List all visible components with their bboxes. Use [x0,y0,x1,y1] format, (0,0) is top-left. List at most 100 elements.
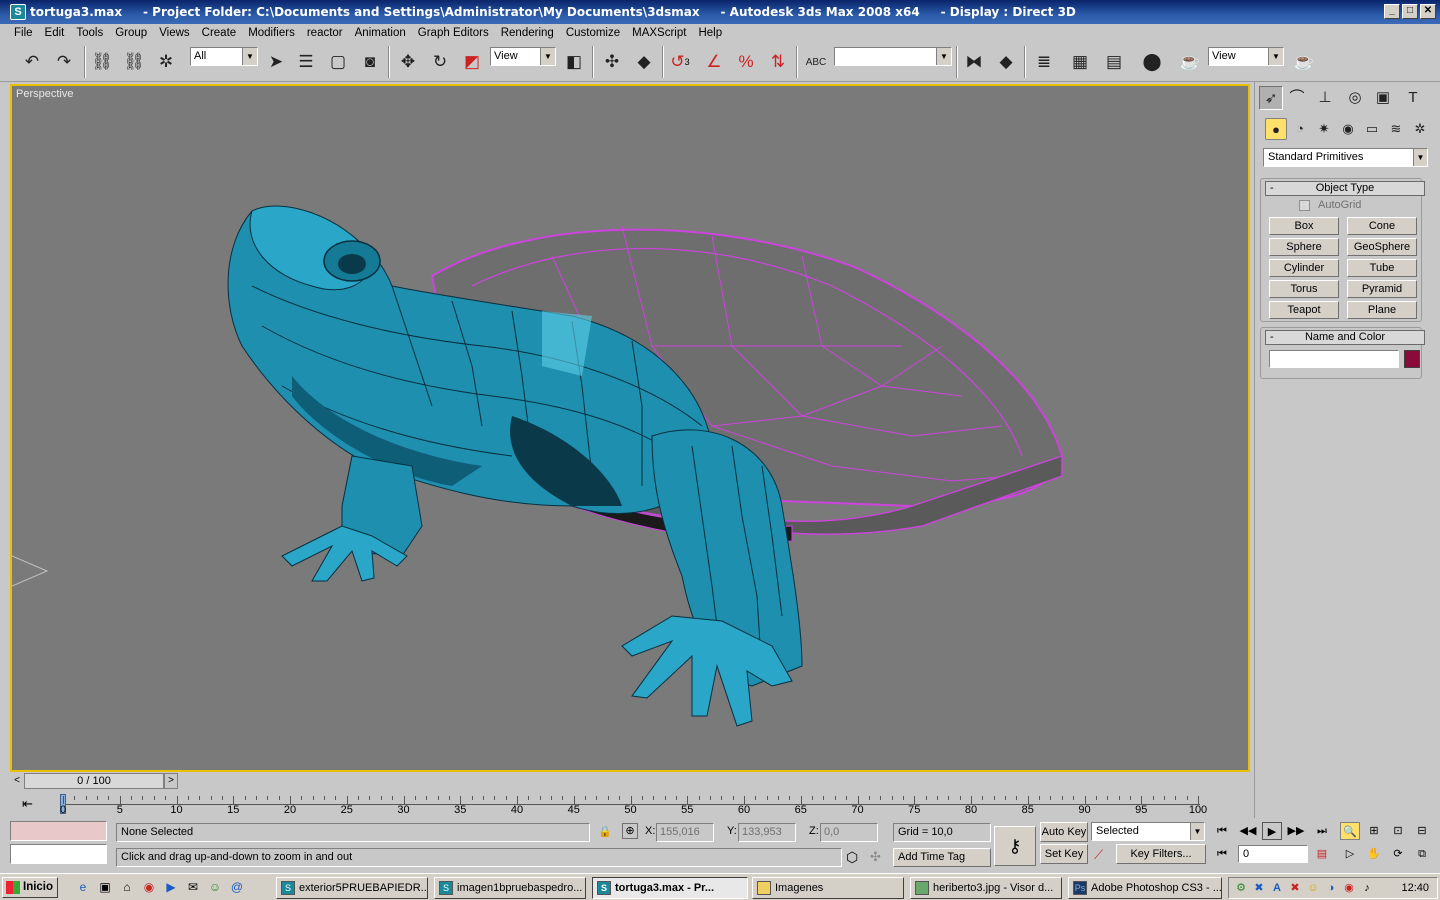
menu-rendering[interactable]: Rendering [495,27,560,39]
mirror-icon[interactable]: ⧓ [960,48,988,76]
lights-icon[interactable]: ✷ [1313,118,1335,140]
render-view-select[interactable]: View ▼ [1208,47,1284,66]
menu-customize[interactable]: Customize [560,27,626,39]
select-and-move-icon[interactable]: ✥ [394,48,422,76]
media-icon[interactable]: ◉ [140,879,158,896]
pan-view-icon[interactable]: ✋ [1364,845,1384,863]
show-desktop-icon[interactable]: ▣ [96,879,114,896]
utilities-tab-icon[interactable]: T [1401,86,1425,110]
time-configuration-icon[interactable]: ▤ [1312,845,1332,863]
box-button[interactable]: Box [1269,217,1339,235]
next-frame-icon[interactable]: ▶▶ [1286,822,1306,840]
tray-antivirus-icon[interactable]: ◉ [1341,881,1357,896]
spinner-snap-icon[interactable]: ⇅ [764,48,792,76]
name-and-color-header[interactable]: - Name and Color [1265,330,1425,345]
helpers-icon[interactable]: ▭ [1361,118,1383,140]
time-slider-prev-button[interactable]: < [10,773,24,789]
menu-edit[interactable]: Edit [39,27,71,39]
tray-font-icon[interactable]: A [1269,881,1285,896]
edit-named-selection-icon[interactable]: ABC [802,48,830,76]
current-frame-field[interactable]: 0 [1238,845,1308,863]
outlook-icon[interactable]: ✉ [184,879,202,896]
curve-editor-icon[interactable]: ▦ [1066,48,1094,76]
start-button[interactable]: Inicio [2,877,58,898]
menu-graph-editors[interactable]: Graph Editors [412,27,495,39]
add-time-tag-button[interactable]: Add Time Tag [893,848,991,867]
mini-curve-editor-icon[interactable]: ⇤ [22,796,33,812]
systems-icon[interactable]: ✲ [1409,118,1431,140]
arc-rotate-icon[interactable]: ⟳ [1388,845,1408,863]
object-type-header[interactable]: - Object Type [1265,181,1425,196]
menu-maxscript[interactable]: MAXScript [626,27,692,39]
z-coordinate-field[interactable]: 0,0 [820,823,878,842]
tray-volume-icon[interactable]: ♪ [1359,881,1375,896]
bind-to-space-warp-icon[interactable]: ✲ [152,48,180,76]
unlink-icon[interactable]: ⛓ [120,48,148,76]
taskbar-item-imagen[interactable]: Simagen1bpruebaspedro... [434,877,586,899]
absolute-mode-icon[interactable]: ⊕ [622,823,638,839]
taskbar-item-photoshop[interactable]: Ps Adobe Photoshop CS3 - ... [1068,877,1222,899]
time-tag-icon[interactable]: ✣ [870,849,881,865]
menu-reactor[interactable]: reactor [301,27,349,39]
key-filters-button[interactable]: Key Filters... [1116,844,1206,864]
select-by-name-icon[interactable]: ☰ [292,48,320,76]
menu-tools[interactable]: Tools [70,27,109,39]
messenger-icon[interactable]: ☺ [206,879,224,896]
go-to-end-icon[interactable]: ⏭ [1312,822,1332,840]
zoom-all-icon[interactable]: ⊞ [1364,822,1384,840]
track-bar[interactable]: ⇤ 0 5 10 15 20 25 30 35 40 45 50 55 60 65 70 75 80 85 90 95… [10,792,1252,818]
menu-create[interactable]: Create [196,27,243,39]
object-color-swatch[interactable] [1404,350,1420,368]
menu-modifiers[interactable]: Modifiers [242,27,301,39]
torus-button[interactable]: Torus [1269,280,1339,298]
selection-filter-select[interactable]: All ▼ [190,47,258,66]
field-of-view-icon[interactable]: ▷ [1340,845,1360,863]
tray-update-icon[interactable]: ✖ [1287,881,1303,896]
menu-views[interactable]: Views [153,27,195,39]
minimize-button[interactable]: _ [1384,4,1400,19]
taskbar-item-tortuga[interactable]: Stortuga3.max - Pr... [592,877,748,899]
isolate-selection-icon[interactable]: ⬡ [846,849,858,866]
time-slider-next-button[interactable]: > [164,773,178,789]
previous-frame-icon[interactable]: ◀◀ [1238,822,1258,840]
layer-manager-icon[interactable]: ≣ [1030,48,1058,76]
render-scene-icon[interactable]: ☕ [1176,48,1204,76]
select-and-scale-icon[interactable]: ◩ [458,48,486,76]
angle-snap-icon[interactable]: ∠ [700,48,728,76]
menu-animation[interactable]: Animation [349,27,412,39]
pivot-center-icon[interactable]: ◧ [560,48,588,76]
taskbar-item-visor[interactable]: heriberto3.jpg - Visor d... [910,877,1062,899]
shapes-icon[interactable]: ◔ [1289,118,1311,140]
perspective-viewport[interactable]: Perspective [10,84,1250,772]
primitive-category-select[interactable]: Standard Primitives ▼ [1263,148,1428,167]
taskbar-item-imagenes[interactable]: Imagenes [752,877,904,899]
media-player-icon[interactable]: ▶ [162,879,180,896]
cameras-icon[interactable]: ◉ [1337,118,1359,140]
maxscript-input-mini[interactable] [10,844,107,864]
taskbar-item-exterior[interactable]: Sexterior5PRUEBAPIEDR... [276,877,428,899]
tray-messenger-icon[interactable]: ☺ [1305,881,1321,896]
maximize-viewport-icon[interactable]: ⧉ [1412,845,1432,863]
x-coordinate-field[interactable]: 155,016 [656,823,714,842]
zoom-extents-icon[interactable]: ⊡ [1388,822,1408,840]
time-slider[interactable]: 0 / 100 [24,773,164,789]
rectangular-selection-icon[interactable]: ▢ [324,48,352,76]
play-icon[interactable]: ▶ [1262,822,1282,840]
sphere-button[interactable]: Sphere [1269,238,1339,256]
hierarchy-tab-icon[interactable]: ⊥ [1313,86,1337,110]
select-and-rotate-icon[interactable]: ↻ [426,48,454,76]
reference-coordinate-select[interactable]: View ▼ [490,47,556,66]
menu-group[interactable]: Group [109,27,153,39]
tube-button[interactable]: Tube [1347,259,1417,277]
selection-lock-icon[interactable]: 🔒 [598,825,612,838]
select-and-link-icon[interactable]: ⛓ [88,48,116,76]
motion-tab-icon[interactable]: ◎ [1343,86,1367,110]
menu-file[interactable]: File [8,27,39,39]
geometry-icon[interactable]: ● [1265,118,1287,140]
named-selection-select[interactable]: ▼ [834,47,952,66]
space-warps-icon[interactable]: ≋ [1385,118,1407,140]
snaps-toggle-icon[interactable]: ↺ 3 [666,48,694,76]
cylinder-button[interactable]: Cylinder [1269,259,1339,277]
search-icon[interactable]: @ [228,879,246,896]
3dsmax-app-icon[interactable]: S [10,4,26,20]
